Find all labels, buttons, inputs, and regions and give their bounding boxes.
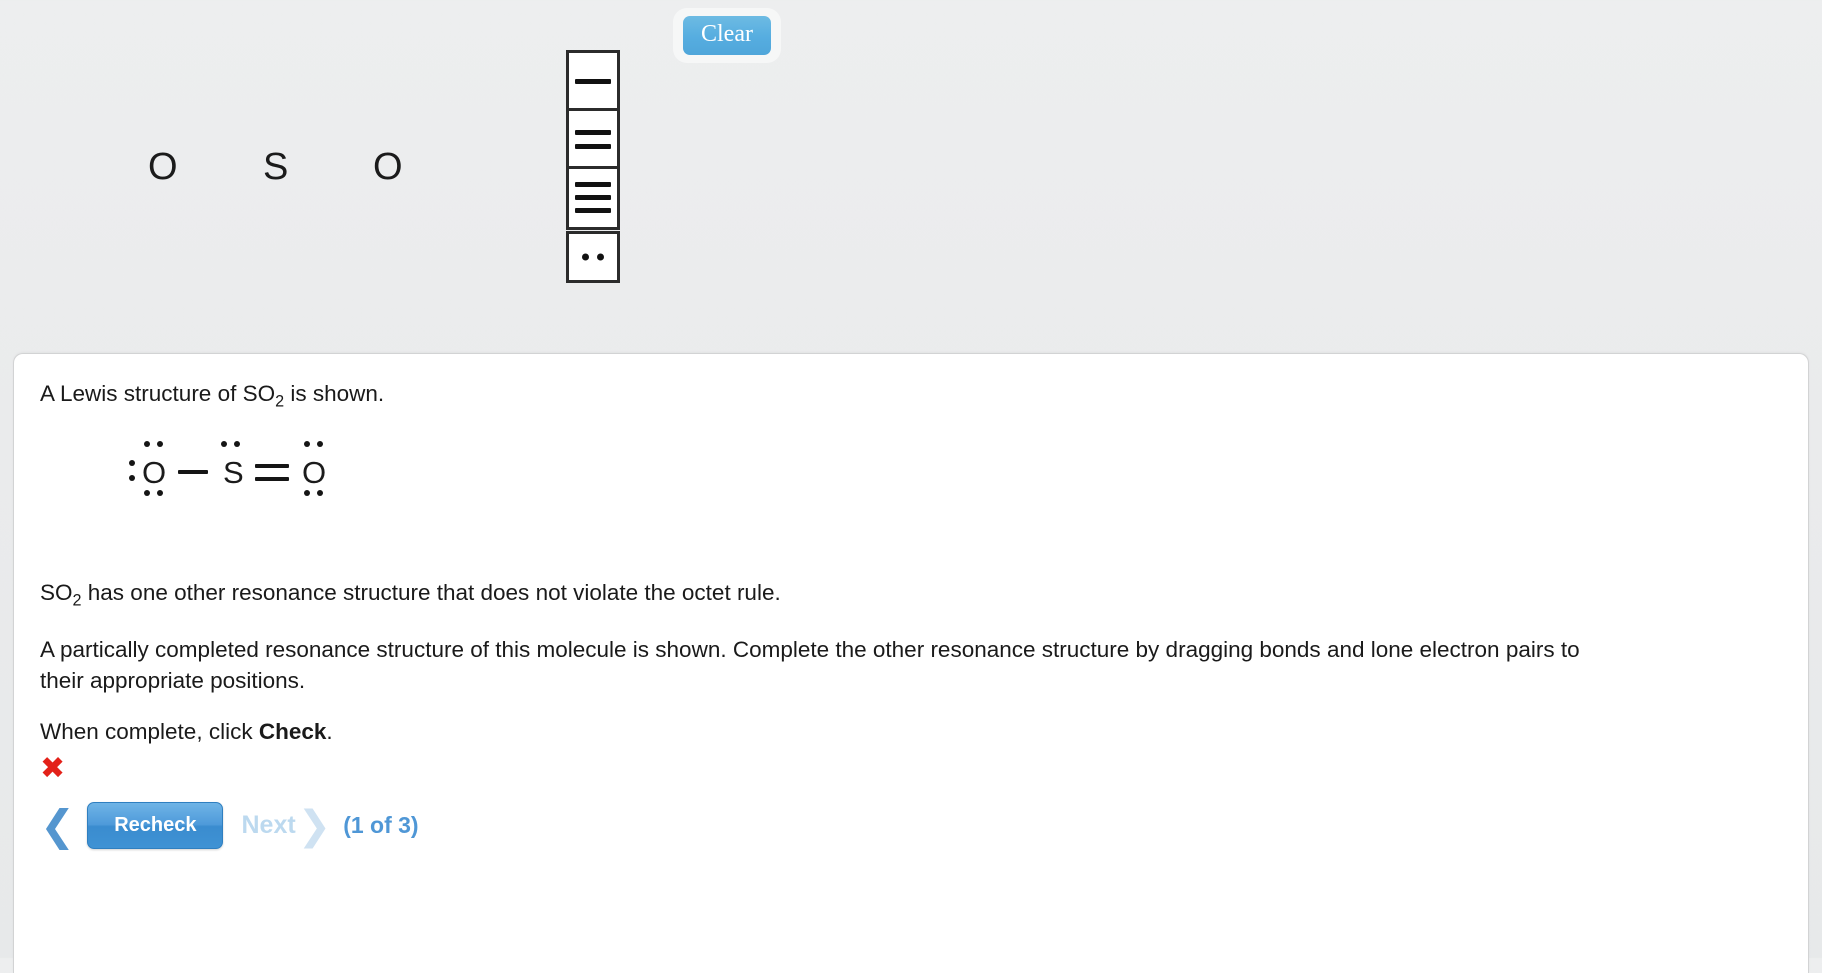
double-bond-icon[interactable] bbox=[569, 111, 617, 169]
question-line-suffix: is shown. bbox=[284, 381, 385, 406]
incorrect-answer-icon: ✖ bbox=[40, 752, 66, 785]
lewis-atom-oxygen-right: O bbox=[302, 454, 327, 490]
lone-pair-icon[interactable] bbox=[566, 231, 620, 283]
lone-pair-sulfur-top bbox=[221, 440, 240, 447]
resonance-suffix: has one other resonance structure that d… bbox=[81, 579, 781, 605]
subscript-two-resonance: 2 bbox=[72, 591, 82, 610]
next-label: Next bbox=[241, 811, 296, 839]
molecule-workspace[interactable]: O S O Clear bbox=[0, 0, 1822, 353]
check-emphasis: Check bbox=[258, 718, 327, 744]
lewis-structure-diagram: O S O bbox=[128, 423, 388, 519]
workspace-atom-sulfur[interactable]: S bbox=[263, 148, 288, 186]
next-question-chevron-icon: ❯ bbox=[297, 802, 332, 849]
lewis-atom-oxygen-left: O bbox=[142, 454, 167, 490]
lewis-bond-single-left bbox=[178, 469, 208, 474]
question-line-lewis-shown: A Lewis structure of SO2 is shown. bbox=[40, 378, 1782, 413]
lone-pair-left-oxygen-left bbox=[129, 459, 135, 481]
clear-button[interactable]: Clear bbox=[683, 16, 771, 56]
question-panel: A Lewis structure of SO2 is shown. O S O bbox=[13, 353, 1809, 973]
resonance-prefix: SO bbox=[40, 579, 73, 605]
recheck-button[interactable]: Recheck bbox=[87, 802, 224, 849]
lewis-atom-sulfur: S bbox=[223, 454, 244, 490]
lewis-bond-double-lower bbox=[255, 476, 289, 481]
when-complete-suffix: . bbox=[326, 718, 333, 744]
lone-pair-right-oxygen-top bbox=[304, 440, 323, 447]
subscript-two: 2 bbox=[275, 392, 285, 411]
lone-pair-right-oxygen-bottom bbox=[304, 489, 323, 496]
workspace-atom-oxygen-left[interactable]: O bbox=[148, 148, 178, 186]
question-when-complete: When complete, click Check. bbox=[40, 716, 1782, 747]
bond-palette[interactable] bbox=[566, 50, 620, 230]
navigation-row: ❮ Recheck Next ❯ (1 of 3) bbox=[36, 802, 419, 849]
question-line-resonance: SO2 has one other resonance structure th… bbox=[40, 577, 1782, 612]
triple-bond-icon[interactable] bbox=[569, 169, 617, 227]
question-progress-counter: (1 of 3) bbox=[343, 812, 419, 838]
lewis-bond-double-upper bbox=[255, 463, 289, 468]
when-complete-prefix: When complete, click bbox=[40, 718, 259, 744]
previous-question-chevron-icon[interactable]: ❮ bbox=[36, 804, 87, 847]
clear-button-frame: Clear bbox=[673, 8, 781, 64]
single-bond-icon[interactable] bbox=[569, 53, 617, 111]
lone-pair-left-oxygen-bottom bbox=[144, 489, 163, 496]
question-instructions: A partically completed resonance structu… bbox=[40, 636, 1580, 693]
next-question-button[interactable]: Next ❯ bbox=[241, 806, 331, 846]
lone-pair-left-oxygen-top bbox=[144, 440, 163, 447]
workspace-atom-oxygen-right[interactable]: O bbox=[373, 148, 403, 186]
question-line-prefix: A Lewis structure of SO bbox=[40, 381, 276, 406]
